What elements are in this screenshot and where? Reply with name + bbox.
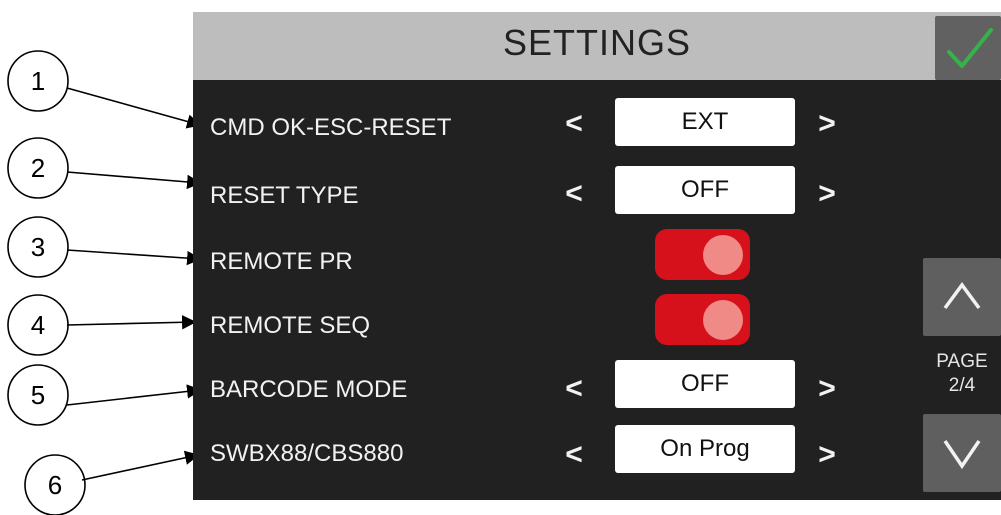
value-barcode-mode: OFF — [615, 360, 795, 408]
next-button-barcode-mode[interactable]: > — [816, 372, 838, 406]
callout-arrow-5 — [66, 384, 202, 406]
callout-arrow-4 — [66, 315, 197, 330]
toggle-knob — [703, 300, 743, 340]
confirm-button[interactable] — [935, 16, 1001, 80]
remote-seq-toggle[interactable] — [655, 294, 750, 345]
chevron-up-icon — [943, 282, 981, 310]
page-down-button[interactable] — [923, 414, 1001, 492]
callout-number-6: 6 — [47, 470, 63, 500]
chevron-down-icon — [943, 440, 981, 470]
row-label-remote-seq: REMOTE SEQ — [210, 312, 371, 339]
remote-pr-toggle[interactable] — [655, 229, 750, 280]
page-label: PAGE — [936, 351, 988, 372]
value-reset-type: OFF — [615, 166, 795, 214]
value-swbx88-cbs880: On Prog — [615, 425, 795, 473]
row-label-barcode-mode: BARCODE MODE — [210, 376, 408, 403]
page-up-button[interactable] — [923, 258, 1001, 336]
row-label-reset-type: RESET TYPE — [210, 182, 359, 209]
prev-button-barcode-mode[interactable]: < — [563, 372, 585, 406]
next-button-swbx88-cbs880[interactable]: > — [816, 438, 838, 472]
row-label-cmd-ok-esc-reset: CMD OK-ESC-RESET — [210, 114, 452, 141]
toggle-knob — [703, 235, 743, 275]
callout-arrow-3 — [66, 249, 202, 266]
page-title: SETTINGS — [502, 22, 692, 63]
header-bar: SETTINGS — [193, 12, 1001, 80]
callout-number-5: 5 — [30, 380, 46, 410]
row-label-swbx88-cbs880: SWBX88/CBS880 — [210, 440, 404, 467]
next-button-cmd-ok-esc-reset[interactable]: > — [816, 107, 838, 141]
next-button-reset-type[interactable]: > — [816, 177, 838, 211]
callout-arrow-1 — [66, 87, 202, 129]
callout-arrow-6 — [81, 450, 200, 481]
checkmark-icon — [947, 28, 993, 68]
callout-number-4: 4 — [30, 310, 46, 340]
settings-screen: SETTINGS CMD OK-ESC-RESET < EXT > RESET … — [193, 12, 1001, 500]
prev-button-cmd-ok-esc-reset[interactable]: < — [563, 107, 585, 141]
callout-number-1: 1 — [30, 66, 46, 96]
prev-button-swbx88-cbs880[interactable]: < — [563, 438, 585, 472]
prev-button-reset-type[interactable]: < — [563, 177, 585, 211]
callout-number-2: 2 — [30, 153, 46, 183]
value-cmd-ok-esc-reset: EXT — [615, 98, 795, 146]
row-label-remote-pr: REMOTE PR — [210, 248, 353, 275]
callout-number-3: 3 — [30, 232, 46, 262]
page-indicator: 2/4 — [948, 375, 976, 396]
callout-arrow-2 — [66, 171, 202, 190]
